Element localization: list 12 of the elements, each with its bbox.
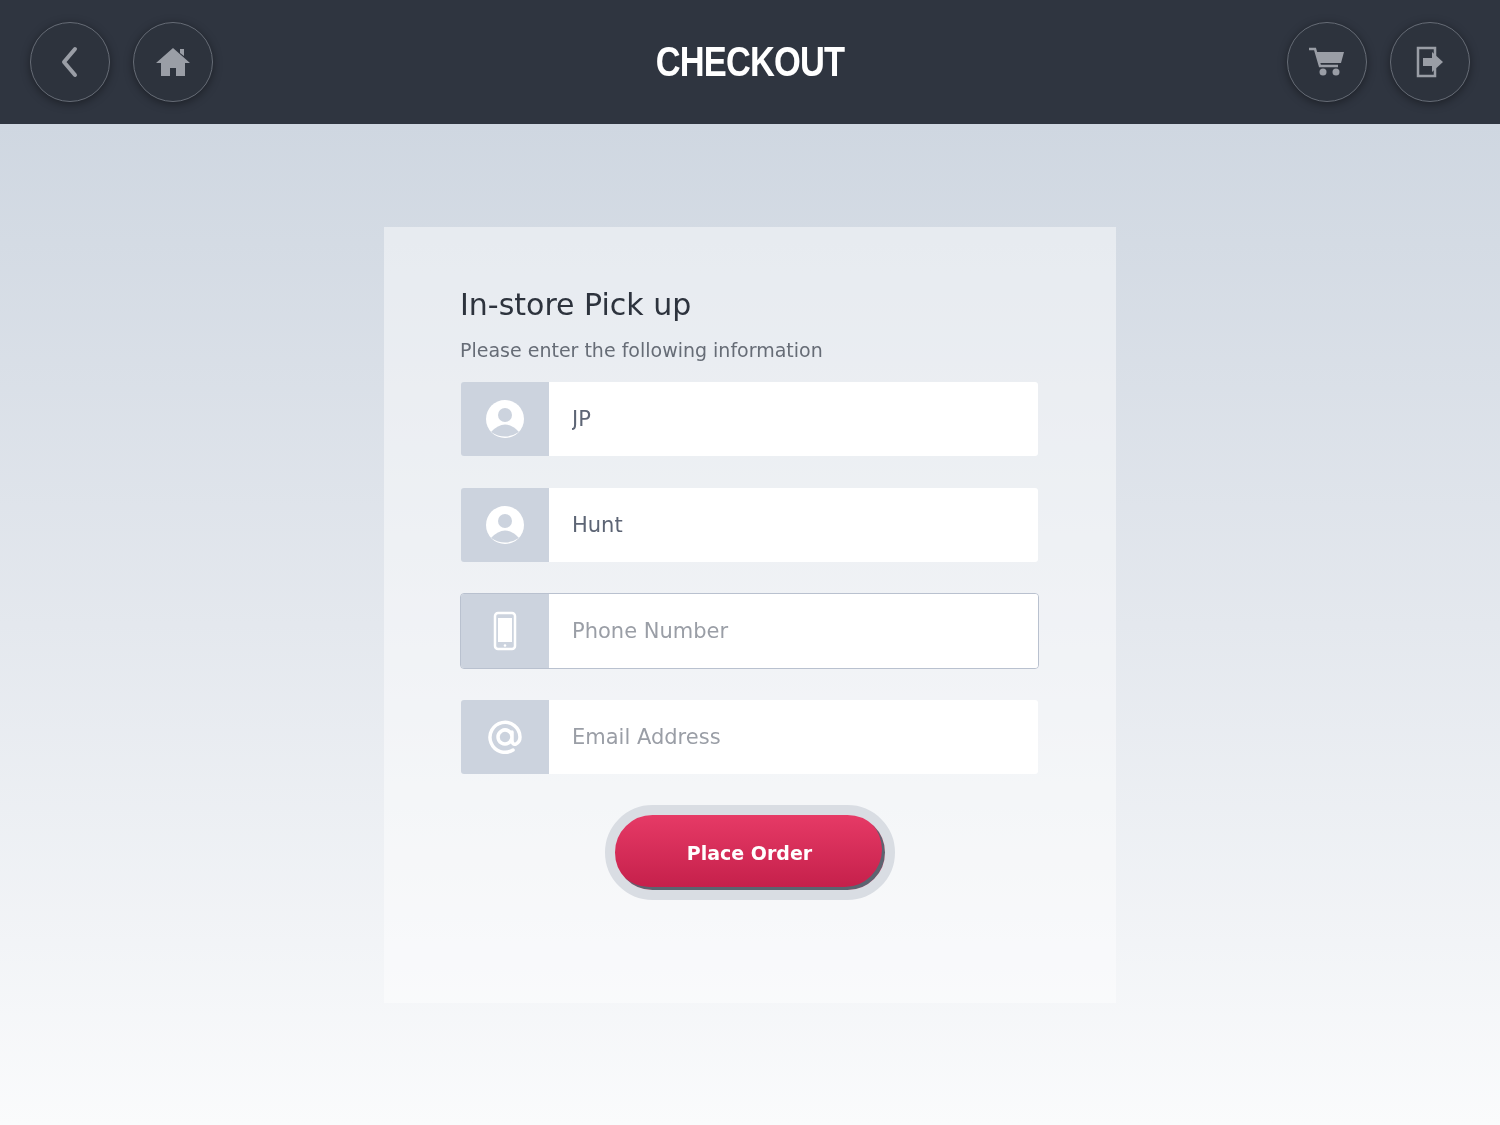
form-subtitle: Please enter the following information	[460, 338, 824, 363]
phone-icon	[493, 611, 517, 651]
page-title: CHECKOUT	[655, 38, 845, 86]
exit-icon	[1415, 46, 1445, 78]
user-icon	[485, 399, 525, 439]
cart-icon	[1308, 46, 1346, 78]
form-title: In-store Pick up	[460, 286, 693, 324]
input-field[interactable]: Phone Number	[460, 593, 1039, 669]
place-order-button[interactable]: Place Order	[604, 805, 895, 900]
home-icon	[155, 47, 191, 77]
user-icon	[485, 505, 525, 545]
at-sign-icon	[488, 720, 522, 754]
